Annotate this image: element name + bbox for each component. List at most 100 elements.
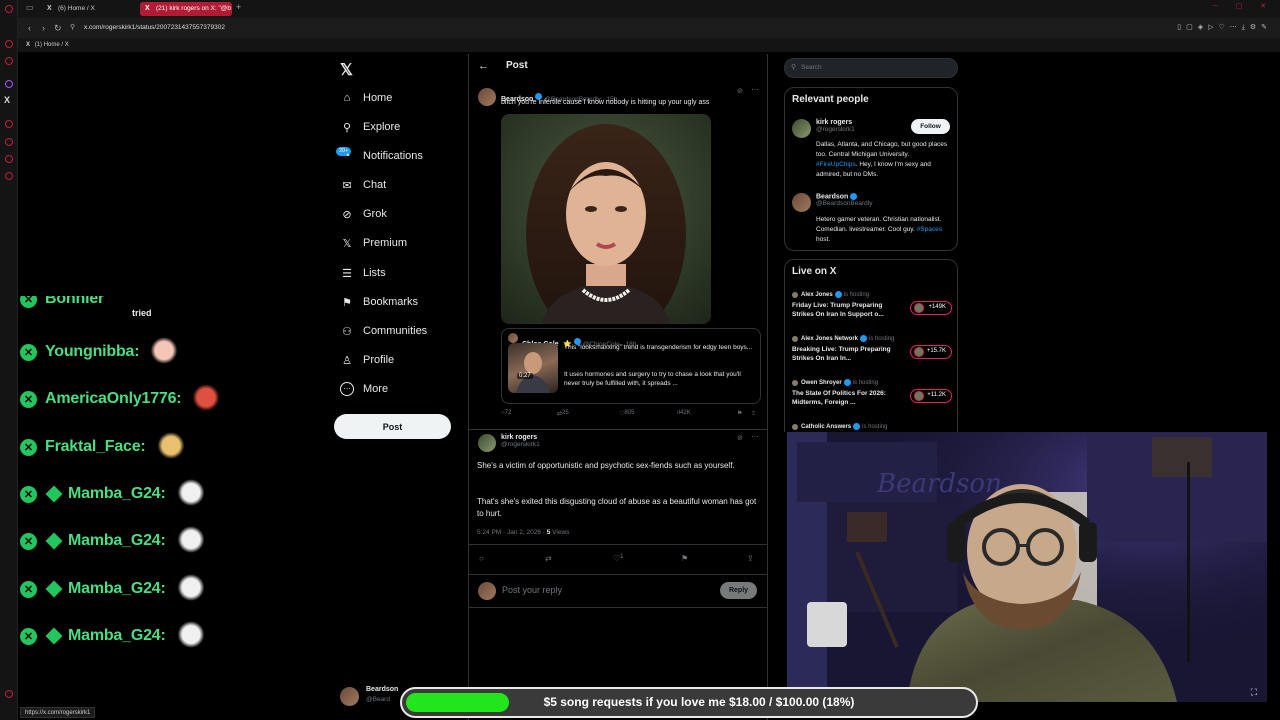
grok-icon[interactable]: ⊘ (737, 87, 743, 95)
nav-item-more[interactable]: ⋯ More (340, 379, 388, 399)
nav-item-home[interactable]: ⌂ Home (340, 88, 393, 108)
window-controls[interactable]: ─ ▢ ✕ (1213, 2, 1274, 10)
url-field[interactable]: x.com/rogerskirk1/status/200723143755737… (84, 18, 225, 38)
nav-item-premium[interactable]: 𝕏 Premium (340, 233, 407, 253)
repost-icon[interactable]: ⇄ (545, 554, 552, 563)
person-icon: ♙ (342, 354, 352, 367)
post-time[interactable]: 5:24 PM · Jan 2, 2026 · (477, 529, 547, 536)
sidebar-app-icon[interactable] (5, 40, 13, 48)
reply-stat[interactable]: ○ 72 (501, 410, 511, 416)
live-item[interactable]: Alex Jones is hosting Friday Live: Trump P… (792, 291, 952, 319)
sidebar-app-icon[interactable] (5, 57, 13, 65)
relevant-people-card: Relevant people kirk rogers @rogerskirk1… (784, 87, 958, 251)
browser-sidebar: X (0, 0, 18, 720)
more-options-icon[interactable]: ⋯ (751, 85, 759, 94)
x-logo-icon[interactable]: 𝕏 (340, 60, 353, 80)
views-stat[interactable]: ıl 42K (677, 410, 691, 416)
back-icon[interactable]: ‹ (28, 18, 31, 38)
sidebar-app-icon[interactable] (5, 138, 13, 146)
nav-item-grok[interactable]: ⊘ Grok (340, 204, 386, 224)
subscriber-badge-icon (45, 485, 63, 503)
chat-message-cut: ✕ Bonnier tried (20, 296, 180, 318)
share-icon[interactable]: ⇪ (747, 554, 754, 563)
live-item[interactable]: Owen Shroyer is hosting The State Of Polit… (792, 379, 952, 407)
divider (469, 544, 767, 545)
home-icon: ⌂ (343, 92, 351, 104)
like-stat[interactable]: ♡ 805 (619, 410, 634, 417)
hashtag-link[interactable]: #Spaces (917, 226, 942, 233)
follow-button[interactable]: Follow (911, 119, 950, 134)
bookmark-icon[interactable]: ⚑ (681, 554, 688, 563)
avatar[interactable] (792, 193, 811, 212)
browser-toolbar-icons[interactable]: ▯▢◈▷♡⋯⤓⚙✎ (1177, 18, 1272, 38)
avatar[interactable] (792, 119, 811, 138)
repost-stat[interactable]: ⇄ 25 (557, 410, 569, 417)
listener-avatar (914, 347, 924, 357)
nav-item-explore[interactable]: ⚲ Explore (340, 117, 400, 137)
live-item[interactable]: Catholic Answers is hosting (792, 423, 952, 430)
chat-badge-icon: ✕ (20, 580, 37, 598)
nav-label: Communities (363, 325, 428, 337)
sidebar-app-icon[interactable] (5, 120, 13, 128)
sidebar-toggle-icon[interactable]: ▭ (26, 3, 34, 12)
tweet-image[interactable] (501, 114, 711, 324)
nav-label: Lists (363, 267, 386, 279)
person-name[interactable]: kirk rogers (816, 119, 855, 126)
chat-emote-icon (155, 432, 186, 462)
live-item[interactable]: Alex Jones Network is hosting Breaking Liv… (792, 335, 952, 363)
nav-item-communities[interactable]: ⚇ Communities (340, 321, 427, 341)
svg-text:Beardson: Beardson (876, 469, 1002, 499)
card-title: Relevant people (792, 94, 869, 105)
twitch-icon[interactable] (5, 80, 13, 88)
live-host-line: Alex Jones Network is hosting (792, 335, 952, 342)
reply-input[interactable]: Post your reply (502, 585, 562, 595)
author-name[interactable]: kirk rogers (501, 434, 540, 441)
person-info: Beardson @BeardsonBeardly (816, 193, 872, 207)
nav-item-lists[interactable]: ☰ Lists (340, 263, 386, 283)
reply-button[interactable]: Reply (720, 582, 757, 599)
tab-status[interactable]: X (21) kirk rogers on X: "@b (140, 2, 232, 16)
settings-icon[interactable] (5, 690, 13, 698)
nav-item-profile[interactable]: ♙ Profile (340, 350, 394, 370)
site-info-icon[interactable]: ⚲ (70, 18, 75, 38)
avatar[interactable] (478, 88, 496, 106)
author-handle[interactable]: @rogerskirk1 (501, 441, 540, 448)
quoted-tweet[interactable]: Chloe Cole ⭐@ChloeCole · 18h 0:27 This “… (501, 328, 761, 404)
back-arrow-icon[interactable]: ← (478, 60, 489, 72)
nav-item-notifications[interactable]: ◔ Notifications (340, 146, 423, 166)
person-name[interactable]: Beardson (816, 193, 872, 200)
more-options-icon[interactable]: ⋯ (751, 432, 759, 441)
person-handle[interactable]: @BeardsonBeardly (816, 200, 872, 207)
person-handle[interactable]: @rogerskirk1 (816, 126, 855, 133)
reload-icon[interactable]: ↻ (54, 18, 62, 38)
nav-item-chat[interactable]: ✉ Chat (340, 175, 386, 195)
bookmark-icon[interactable]: ⚑ (737, 410, 742, 417)
sidebar-app-icon[interactable] (5, 172, 13, 180)
hashtag-link[interactable]: #FireUpChips (816, 161, 856, 168)
bookmark-home[interactable]: (1) Home / X (35, 42, 69, 48)
avatar[interactable] (478, 434, 496, 452)
reply-icon[interactable]: ○ (479, 554, 484, 563)
quote-video-thumbnail[interactable] (508, 343, 558, 393)
forward-icon[interactable]: › (42, 18, 45, 38)
listener-avatar (914, 303, 924, 313)
expand-icon[interactable]: ⛶ (1251, 687, 1257, 698)
chat-username: Bonnier (45, 296, 105, 307)
post-button[interactable]: Post (334, 414, 451, 439)
like-stat[interactable]: ♡ 1 (613, 554, 624, 563)
nav-label: Bookmarks (363, 296, 419, 308)
x-icon: 𝕏 (342, 237, 352, 250)
search-input[interactable]: ⚲ Search (784, 58, 958, 78)
tweet-text: bitch you're infertile cause I know nobo… (501, 99, 710, 106)
share-icon[interactable]: ⇪ (751, 410, 756, 417)
sidebar-app-icon[interactable] (5, 155, 13, 163)
avatar (508, 333, 518, 343)
nav-item-bookmarks[interactable]: ⚑ Bookmarks (340, 292, 418, 312)
new-tab-icon[interactable]: + (236, 2, 241, 12)
x-sidebar-icon[interactable]: X (4, 95, 10, 105)
tab-home[interactable]: X (6) Home / X (42, 2, 138, 16)
grok-icon[interactable]: ⊘ (737, 434, 743, 442)
account-name: Beardson (366, 686, 399, 693)
hosting-label: is hosting (843, 292, 870, 299)
bio-text: host. (816, 236, 831, 243)
